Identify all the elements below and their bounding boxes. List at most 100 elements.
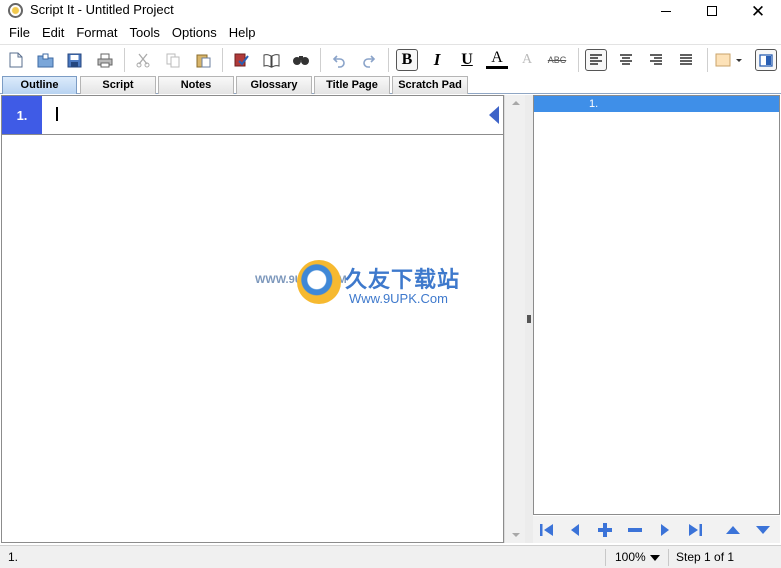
outline-nav-bar xyxy=(533,516,780,543)
spellcheck-button[interactable] xyxy=(230,49,252,71)
menu-format[interactable]: Format xyxy=(70,23,123,43)
tab-script[interactable]: Script xyxy=(80,76,156,94)
menu-bar: File Edit Format Tools Options Help xyxy=(0,23,781,43)
clear-format-button[interactable]: A xyxy=(516,49,538,71)
find-button[interactable] xyxy=(290,49,312,71)
align-center-icon xyxy=(620,54,632,65)
menu-edit[interactable]: Edit xyxy=(36,23,70,43)
menu-options[interactable]: Options xyxy=(166,23,223,43)
undo-icon xyxy=(332,54,345,68)
status-position: 1. xyxy=(8,550,19,564)
toggle-pane-button[interactable] xyxy=(755,49,777,71)
first-icon xyxy=(540,524,553,536)
highlight-color-button[interactable] xyxy=(714,49,744,71)
move-down-icon xyxy=(756,526,770,534)
outline-list-item[interactable]: 1. xyxy=(534,96,779,112)
toggle-pane-icon xyxy=(759,53,773,67)
tab-scratch-pad[interactable]: Scratch Pad xyxy=(392,76,468,94)
text-cursor xyxy=(56,107,58,121)
align-right-button[interactable] xyxy=(645,49,667,71)
copy-icon xyxy=(166,53,179,67)
scroll-down-icon[interactable] xyxy=(512,533,520,537)
outline-row-number[interactable]: 1. xyxy=(2,96,42,134)
tab-outline[interactable]: Outline xyxy=(2,76,77,94)
move-up-icon xyxy=(726,526,740,534)
maximize-button[interactable] xyxy=(689,0,735,22)
copy-button[interactable] xyxy=(162,49,184,71)
zoom-dropdown-icon[interactable] xyxy=(650,555,660,561)
new-icon xyxy=(9,52,23,68)
save-icon xyxy=(67,53,81,67)
tab-title-page[interactable]: Title Page xyxy=(314,76,390,94)
pane-splitter[interactable] xyxy=(525,95,533,543)
close-icon: ✕ xyxy=(750,1,766,21)
watermark-name: 久友下载站 xyxy=(345,268,461,293)
row-divider xyxy=(2,134,503,135)
tab-glossary[interactable]: Glossary xyxy=(236,76,312,94)
spellcheck-icon xyxy=(234,53,249,67)
outline-list-pane[interactable]: 1. xyxy=(533,95,780,515)
add-icon xyxy=(598,523,612,537)
minimize-button[interactable] xyxy=(643,0,689,22)
open-button[interactable] xyxy=(34,49,56,71)
tab-bar: Outline Script Notes Glossary Title Page… xyxy=(0,75,781,94)
paste-icon xyxy=(196,54,210,68)
first-button[interactable] xyxy=(537,520,557,540)
maximize-icon xyxy=(707,6,717,16)
watermark-logo-icon xyxy=(297,260,341,304)
scroll-up-icon[interactable] xyxy=(512,101,520,105)
italic-button[interactable]: I xyxy=(426,49,448,71)
splitter-grip-icon[interactable] xyxy=(527,315,531,323)
save-button[interactable] xyxy=(63,49,85,71)
menu-file[interactable]: File xyxy=(3,23,36,43)
cut-button[interactable] xyxy=(132,49,154,71)
redo-button[interactable] xyxy=(358,49,380,71)
zoom-level[interactable]: 100% xyxy=(615,550,646,564)
text-color-button[interactable]: A xyxy=(486,49,508,69)
open-icon xyxy=(37,53,53,67)
step-indicator: Step 1 of 1 xyxy=(676,550,735,564)
last-icon xyxy=(689,524,702,536)
remove-button[interactable] xyxy=(625,520,645,540)
next-button[interactable] xyxy=(655,520,675,540)
close-button[interactable]: ✕ xyxy=(735,0,781,22)
collapse-arrow-icon[interactable] xyxy=(489,106,499,124)
align-right-icon xyxy=(650,54,662,65)
dictionary-icon xyxy=(263,53,279,68)
find-icon xyxy=(293,56,309,65)
redo-icon xyxy=(363,54,376,68)
next-icon xyxy=(661,524,669,536)
cut-icon xyxy=(136,53,150,67)
new-button[interactable] xyxy=(5,49,27,71)
window-title: Script It - Untitled Project xyxy=(30,2,174,17)
watermark-url: Www.9UPK.Com xyxy=(349,291,448,306)
highlight-color-icon xyxy=(715,53,742,67)
align-center-button[interactable] xyxy=(615,49,637,71)
move-down-button[interactable] xyxy=(753,520,773,540)
last-button[interactable] xyxy=(685,520,705,540)
strikethrough-button[interactable]: ABC xyxy=(546,49,568,71)
bold-button[interactable]: B xyxy=(396,49,418,71)
undo-button[interactable] xyxy=(328,49,350,71)
prev-icon xyxy=(571,524,579,536)
watermark: WWW.9UPK.COM 久友下载站 Www.9UPK.Com xyxy=(255,258,495,320)
outline-scrollbar[interactable] xyxy=(504,95,525,543)
tab-notes[interactable]: Notes xyxy=(158,76,234,94)
paste-button[interactable] xyxy=(192,49,214,71)
dictionary-button[interactable] xyxy=(260,49,282,71)
move-up-button[interactable] xyxy=(723,520,743,540)
add-button[interactable] xyxy=(595,520,615,540)
underline-button[interactable]: U xyxy=(456,49,478,71)
status-bar: 1. 100% Step 1 of 1 xyxy=(0,545,781,568)
app-icon xyxy=(8,3,23,18)
prev-button[interactable] xyxy=(565,520,585,540)
menu-tools[interactable]: Tools xyxy=(124,23,166,43)
justify-button[interactable] xyxy=(675,49,697,71)
align-left-button[interactable] xyxy=(585,49,607,71)
toolbar: B I U A A ABC xyxy=(0,44,781,74)
menu-help[interactable]: Help xyxy=(223,23,262,43)
align-left-icon xyxy=(590,54,602,65)
minimize-icon xyxy=(661,10,671,12)
print-button[interactable] xyxy=(94,49,116,71)
justify-icon xyxy=(680,54,692,65)
